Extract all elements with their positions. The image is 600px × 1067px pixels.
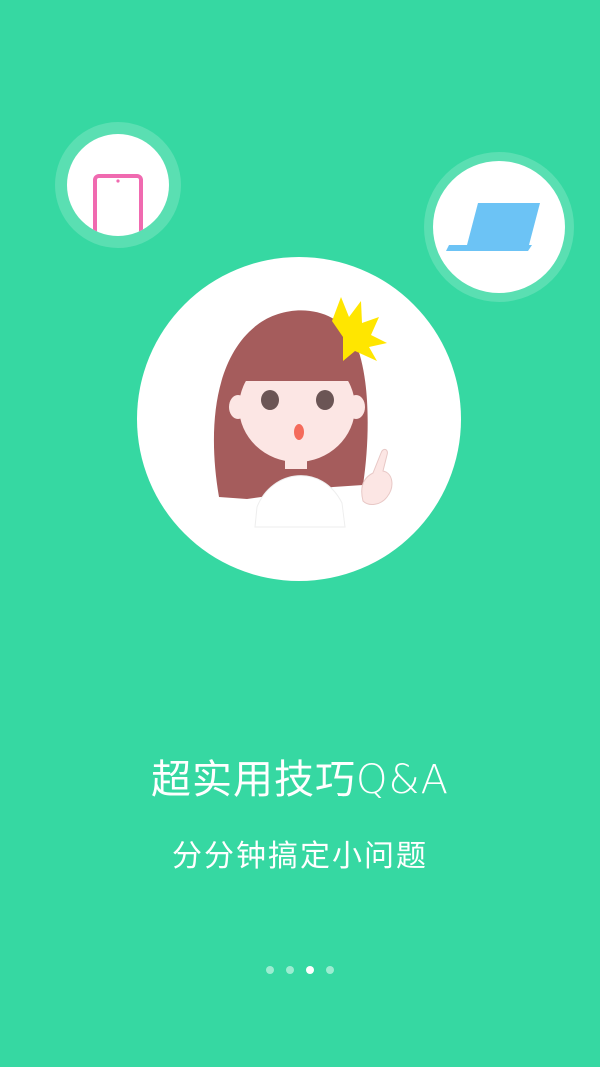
page-dot-1[interactable]: [266, 966, 274, 974]
page-indicator[interactable]: [0, 966, 600, 974]
onboarding-screen[interactable]: 超实用技巧Q&A 分分钟搞定小问题: [0, 0, 600, 1067]
girl-avatar-illustration: [137, 257, 461, 581]
avatar-bubble: [137, 257, 461, 581]
page-dot-4[interactable]: [326, 966, 334, 974]
laptop-bubble: [433, 161, 565, 293]
page-dot-2[interactable]: [286, 966, 294, 974]
laptop-icon: [433, 161, 565, 293]
onboarding-title: 超实用技巧Q&A: [150, 757, 450, 803]
tablet-bubble: [67, 134, 169, 236]
tablet-icon: [67, 134, 169, 236]
page-dot-3[interactable]: [306, 966, 314, 974]
onboarding-subtitle: 分分钟搞定小问题: [172, 839, 428, 874]
